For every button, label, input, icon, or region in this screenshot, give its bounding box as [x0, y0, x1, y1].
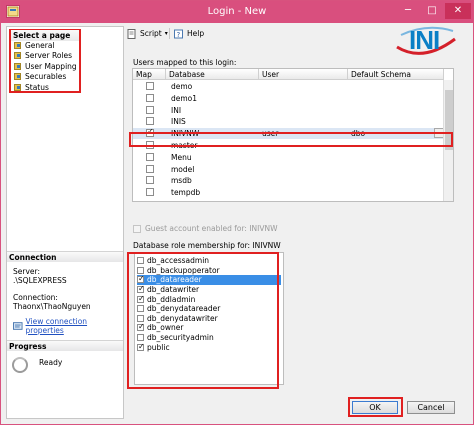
- mapping-cell-database: tempdb: [171, 188, 201, 198]
- page-icon: [14, 62, 21, 70]
- mapping-row[interactable]: INI: [133, 105, 444, 116]
- page-icon: [14, 73, 21, 81]
- login-dialog: Login - New ─ □ ✕ INI Select a page Gene…: [0, 0, 474, 425]
- page-icon: [14, 41, 21, 49]
- select-page-header: Select a page: [11, 30, 79, 41]
- mapping-row[interactable]: Menu: [133, 152, 444, 163]
- connection-header: Connection: [7, 251, 123, 262]
- map-checkbox[interactable]: [146, 152, 154, 161]
- maximize-button[interactable]: □: [421, 3, 443, 19]
- page-status[interactable]: Status: [11, 82, 79, 93]
- mapping-row[interactable]: demo1: [133, 93, 444, 104]
- column-header-user[interactable]: User: [259, 69, 348, 80]
- connection-label: Connection:: [13, 293, 58, 302]
- mapping-cell-database: INI: [171, 105, 182, 115]
- mapping-row[interactable]: msdb: [133, 175, 444, 186]
- map-checkbox[interactable]: [146, 176, 154, 185]
- map-checkbox[interactable]: [146, 105, 154, 114]
- server-value: .\SQLEXPRESS: [13, 276, 67, 285]
- mapping-row[interactable]: model: [133, 164, 444, 175]
- page-label: Server Roles: [25, 51, 73, 61]
- mapping-row[interactable]: INIS: [133, 116, 444, 127]
- toolbar-separator: [169, 28, 170, 39]
- connection-value: Thaonx\ThaoNguyen: [13, 302, 91, 311]
- users-mapped-label: Users mapped to this login:: [133, 58, 237, 67]
- mapping-row[interactable]: tempdb: [133, 187, 444, 198]
- page-icon: [14, 83, 21, 91]
- page-user-mapping[interactable]: User Mapping: [11, 61, 79, 72]
- page-label: User Mapping: [25, 61, 77, 71]
- column-header-map[interactable]: Map: [133, 69, 166, 80]
- chevron-down-icon[interactable]: ▾: [165, 30, 168, 37]
- guest-label: Guest account enabled for: INIVNW: [145, 224, 278, 233]
- map-checkbox[interactable]: [146, 164, 154, 173]
- connection-link-text[interactable]: View connection properties: [26, 317, 123, 335]
- mapping-cell-database: INIS: [171, 117, 186, 127]
- script-icon: [127, 28, 136, 39]
- page-general[interactable]: General: [11, 40, 79, 51]
- map-checkbox[interactable]: [146, 82, 154, 90]
- script-label: Script: [140, 29, 162, 38]
- page-icon: [14, 52, 21, 60]
- page-label: General: [25, 40, 55, 50]
- select-page-panel: Select a page General Server Roles User …: [9, 29, 81, 93]
- mapping-row[interactable]: demo: [133, 81, 444, 92]
- page-label: Status: [25, 82, 49, 92]
- map-checkbox[interactable]: [146, 117, 154, 126]
- properties-icon: [13, 322, 23, 330]
- map-checkbox[interactable]: [146, 93, 154, 102]
- close-button[interactable]: ✕: [445, 3, 471, 19]
- view-connection-properties[interactable]: View connection properties: [13, 317, 123, 335]
- cancel-button[interactable]: Cancel: [407, 401, 455, 414]
- guest-account-option: Guest account enabled for: INIVNW: [133, 224, 278, 233]
- highlight-mapping-row: [129, 132, 453, 147]
- page-label: Securables: [25, 72, 67, 82]
- db-role-label: Database role membership for: INIVNW: [133, 241, 281, 250]
- progress-spinner-icon: [12, 357, 28, 373]
- right-pane: Script ▾ ? Help Users mapped to this log…: [127, 26, 462, 391]
- help-button[interactable]: ? Help: [174, 28, 204, 39]
- help-label: Help: [187, 29, 205, 38]
- column-header-database[interactable]: Database: [166, 69, 259, 80]
- map-checkbox[interactable]: [146, 188, 154, 197]
- page-securables[interactable]: Securables: [11, 72, 79, 83]
- toolbar: Script ▾ ? Help: [127, 26, 462, 41]
- column-header-default-schema[interactable]: Default Schema: [348, 69, 444, 80]
- minimize-button[interactable]: ─: [397, 3, 419, 19]
- mapping-cell-database: model: [171, 164, 195, 174]
- guest-checkbox[interactable]: [133, 224, 141, 233]
- highlight-role-list: [127, 252, 279, 389]
- help-icon: ?: [174, 29, 183, 39]
- script-button[interactable]: Script ▾: [127, 28, 168, 39]
- ok-button[interactable]: OK: [352, 401, 398, 414]
- progress-status: Ready: [39, 358, 63, 367]
- mapping-cell-database: demo1: [171, 93, 198, 103]
- page-server-roles[interactable]: Server Roles: [11, 51, 79, 62]
- server-label: Server:: [13, 267, 40, 276]
- mapping-cell-database: msdb: [171, 176, 192, 186]
- mapping-cell-database: Menu: [171, 152, 192, 162]
- svg-text:?: ?: [177, 31, 181, 39]
- mapping-cell-database: demo: [171, 82, 193, 91]
- progress-header: Progress: [7, 340, 123, 351]
